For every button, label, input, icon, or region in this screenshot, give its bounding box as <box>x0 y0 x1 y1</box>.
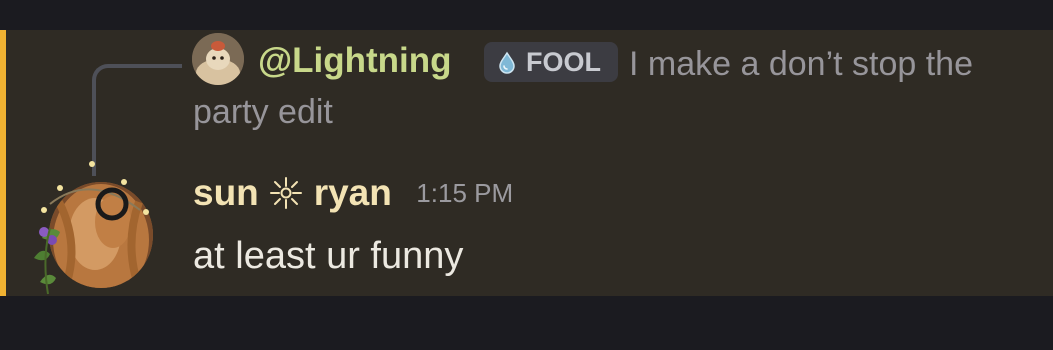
role-tag[interactable]: FOOL <box>484 42 618 82</box>
chat-message[interactable]: I make a don’t stop the party edit @Ligh… <box>0 30 1053 296</box>
message-timestamp[interactable]: 1:15 PM <box>416 178 513 208</box>
author-name-first[interactable]: sun <box>193 172 259 213</box>
author-avatar-decoration[interactable] <box>20 158 160 300</box>
water-drop-icon <box>499 51 515 74</box>
message-content: at least ur funny <box>193 235 464 277</box>
reply-author-name[interactable]: @Lightning <box>258 41 452 81</box>
bottom-background <box>0 296 1053 350</box>
author-name-last[interactable]: ryan <box>314 172 392 213</box>
mention-highlight-bar <box>0 30 6 296</box>
sun-icon <box>270 177 303 209</box>
message-header: sun ryan 1:15 PM <box>193 168 513 218</box>
top-background <box>0 0 1053 30</box>
role-label: FOOL <box>526 47 601 77</box>
